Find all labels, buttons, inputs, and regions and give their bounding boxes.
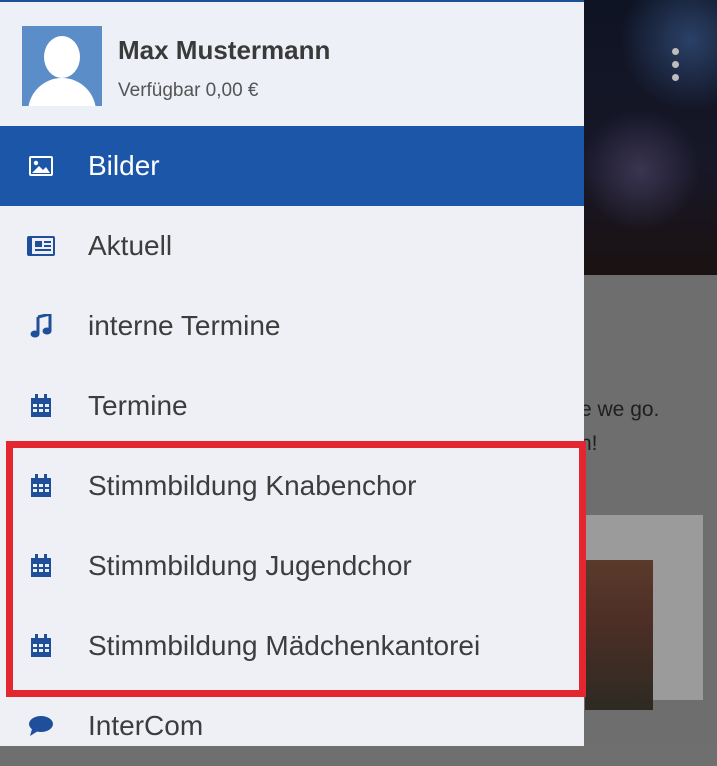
user-balance: Verfügbar 0,00 € bbox=[118, 80, 259, 101]
content-text-line: e we go. bbox=[580, 398, 660, 421]
menu-item-label: Stimmbildung Jugendchor bbox=[88, 550, 412, 581]
speech-bubble-icon bbox=[26, 711, 56, 741]
menu-item-label: Aktuell bbox=[88, 230, 173, 261]
menu-item-stimmbildung-jugendchor[interactable]: Stimmbildung Jugendchor bbox=[0, 526, 584, 606]
navigation-drawer: Max Mustermann Verfügbar 0,00 € Bilder A… bbox=[0, 0, 584, 746]
menu-item-label: Stimmbildung Mädchenkantorei bbox=[88, 630, 481, 661]
menu-item-termine[interactable]: Termine bbox=[0, 366, 584, 446]
drawer-header: Max Mustermann Verfügbar 0,00 € bbox=[0, 2, 584, 124]
newspaper-icon bbox=[26, 231, 56, 261]
menu-item-aktuell[interactable]: Aktuell bbox=[0, 206, 584, 286]
menu-item-interne-termine[interactable]: interne Termine bbox=[0, 286, 584, 366]
overflow-menu-icon[interactable] bbox=[672, 48, 680, 82]
menu-item-label: interne Termine bbox=[88, 310, 281, 341]
menu-item-label: Termine bbox=[88, 390, 188, 421]
menu-item-label: Stimmbildung Knabenchor bbox=[88, 470, 417, 501]
menu-item-intercom[interactable]: InterCom bbox=[0, 686, 584, 766]
user-name: Max Mustermann bbox=[118, 35, 331, 65]
drawer-menu: Bilder Aktuell interne Termine Termine S… bbox=[0, 126, 584, 766]
menu-item-label: InterCom bbox=[88, 710, 204, 741]
music-note-icon bbox=[26, 311, 56, 341]
avatar bbox=[22, 26, 102, 106]
menu-item-label: Bilder bbox=[88, 150, 160, 181]
calendar-icon bbox=[26, 471, 56, 501]
calendar-icon bbox=[26, 631, 56, 661]
menu-item-stimmbildung-maedchenkantorei[interactable]: Stimmbildung Mädchenkantorei bbox=[0, 606, 584, 686]
calendar-icon bbox=[26, 391, 56, 421]
image-icon bbox=[26, 151, 56, 181]
menu-item-bilder[interactable]: Bilder bbox=[0, 126, 584, 206]
content-photo bbox=[585, 515, 703, 710]
menu-item-stimmbildung-knabenchor[interactable]: Stimmbildung Knabenchor bbox=[0, 446, 584, 526]
calendar-icon bbox=[26, 551, 56, 581]
